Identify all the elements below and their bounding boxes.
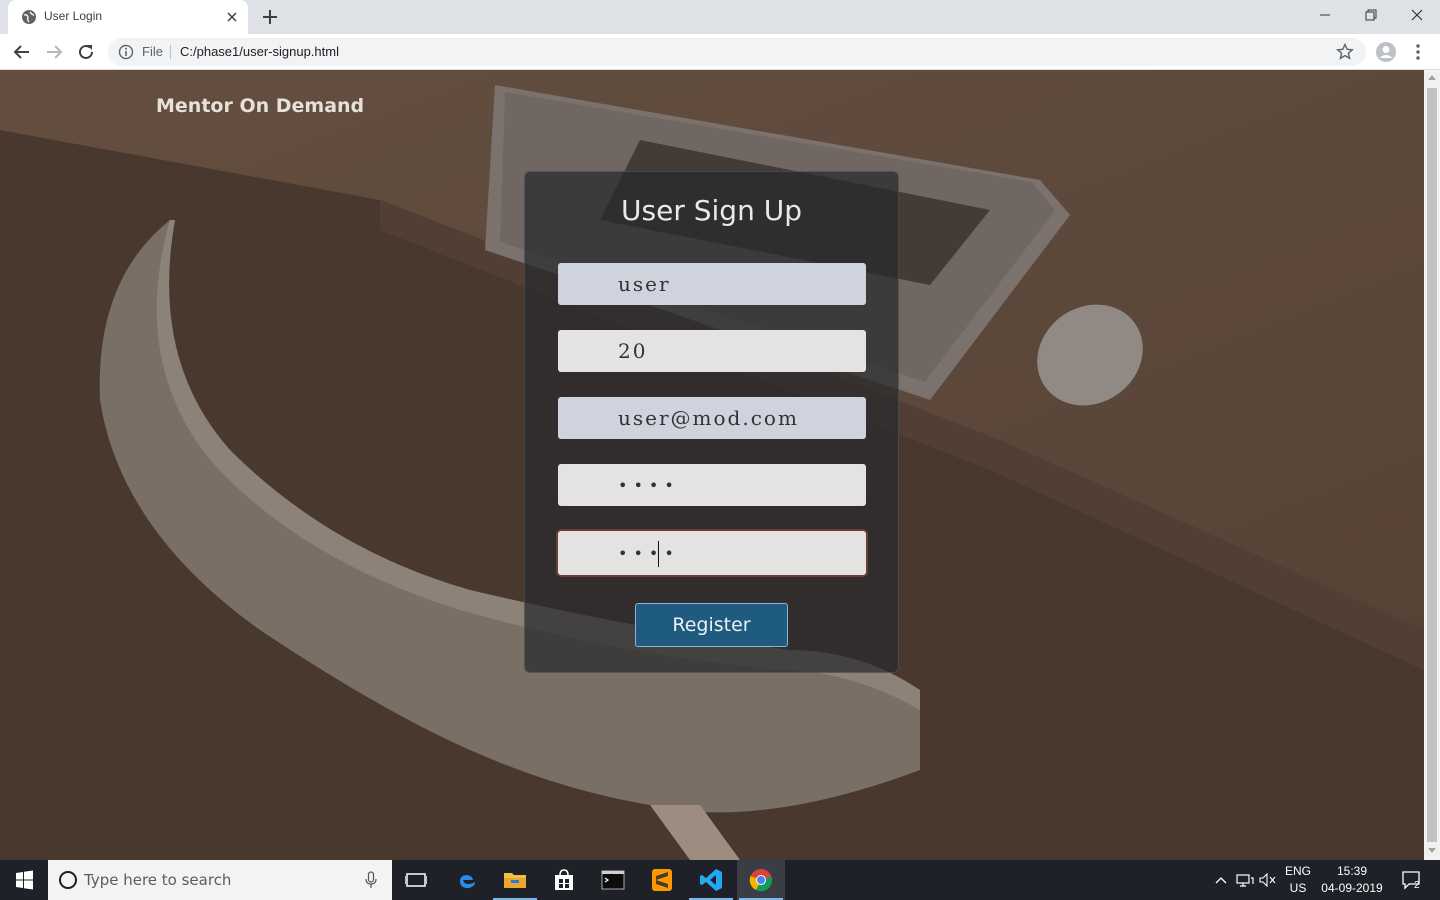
kebab-menu-icon[interactable] xyxy=(1410,42,1426,62)
plus-icon[interactable] xyxy=(260,7,280,27)
network-icon xyxy=(1236,874,1254,887)
chevron-up-icon xyxy=(1215,877,1227,884)
task-view-icon xyxy=(405,873,427,887)
windows-start-icon[interactable] xyxy=(0,860,48,900)
minimize-button[interactable] xyxy=(1302,0,1348,30)
email-input[interactable] xyxy=(558,397,866,439)
microphone-icon[interactable] xyxy=(364,871,378,889)
task-view-button[interactable] xyxy=(392,860,440,900)
network-status[interactable] xyxy=(1234,860,1256,900)
age-input[interactable] xyxy=(558,330,866,372)
language-code: ENG xyxy=(1284,864,1311,878)
address-bar[interactable]: File C:/phase1/user-signup.html xyxy=(108,38,1366,66)
forward-button[interactable] xyxy=(42,40,66,64)
confirm-password-input[interactable] xyxy=(558,531,866,575)
scheme-label: File xyxy=(142,44,163,59)
url-text[interactable]: C:/phase1/user-signup.html xyxy=(180,44,339,59)
taskbar-search[interactable]: Type here to search xyxy=(48,860,392,900)
back-button[interactable] xyxy=(10,40,34,64)
clock-date: 04-09-2019 xyxy=(1321,881,1383,895)
file-explorer-button[interactable] xyxy=(491,860,539,900)
show-hidden-icons[interactable] xyxy=(1210,860,1232,900)
search-placeholder: Type here to search xyxy=(84,871,232,889)
vscode-button[interactable] xyxy=(687,860,735,900)
file-explorer-icon xyxy=(504,873,526,888)
brand-title[interactable]: Mentor On Demand xyxy=(156,95,364,117)
terminal-button[interactable] xyxy=(589,860,637,900)
text-caret xyxy=(658,541,659,567)
reload-icon xyxy=(79,44,93,59)
forward-arrow-icon xyxy=(47,45,63,59)
edge-button[interactable] xyxy=(443,860,491,900)
avatar-icon[interactable] xyxy=(1375,41,1397,63)
input-language[interactable]: ENG US xyxy=(1282,863,1314,897)
scroll-down-icon[interactable] xyxy=(1428,848,1436,853)
clock[interactable]: 15:39 04-09-2019 xyxy=(1320,863,1384,897)
browser-tab-strip: User Login xyxy=(0,0,1440,34)
star-icon[interactable] xyxy=(1336,43,1354,61)
store-icon xyxy=(555,869,573,890)
scrollbar-thumb[interactable] xyxy=(1427,88,1437,842)
restore-icon xyxy=(1365,9,1377,21)
chrome-icon xyxy=(749,869,772,892)
password-input[interactable] xyxy=(558,464,866,506)
edge-icon xyxy=(460,875,475,889)
info-icon[interactable] xyxy=(118,44,134,60)
reload-button[interactable] xyxy=(74,40,98,64)
tab-title: User Login xyxy=(44,9,103,23)
notification-count: 2 xyxy=(1414,880,1420,891)
window-close-button[interactable] xyxy=(1394,0,1440,30)
username-input[interactable] xyxy=(558,263,866,305)
store-button[interactable] xyxy=(540,860,588,900)
windows-taskbar: Type here to search ENG US 15:39 04-09-2… xyxy=(0,860,1440,900)
vertical-scrollbar[interactable] xyxy=(1424,70,1440,860)
scroll-up-icon[interactable] xyxy=(1428,75,1436,80)
browser-tab[interactable]: User Login xyxy=(8,0,248,34)
close-icon[interactable] xyxy=(224,9,240,25)
restore-button[interactable] xyxy=(1348,0,1394,30)
globe-icon xyxy=(22,10,36,24)
back-arrow-icon xyxy=(13,45,29,59)
signup-form-card: User Sign Up Register xyxy=(524,171,899,673)
cortana-icon xyxy=(59,871,77,889)
volume-control[interactable] xyxy=(1258,860,1278,900)
sublime-icon xyxy=(652,869,672,891)
action-center-button[interactable]: 2 xyxy=(1394,860,1430,900)
volume-muted-icon xyxy=(1259,873,1276,887)
vscode-icon xyxy=(700,869,722,891)
browser-toolbar: File C:/phase1/user-signup.html xyxy=(0,34,1440,70)
minimize-icon xyxy=(1320,14,1330,16)
region-code: US xyxy=(1289,881,1307,895)
terminal-icon xyxy=(601,870,625,890)
clock-time: 15:39 xyxy=(1336,864,1368,878)
sublime-button[interactable] xyxy=(638,860,686,900)
form-title: User Sign Up xyxy=(621,194,802,227)
page-viewport: Mentor On Demand User Sign Up Register xyxy=(0,70,1424,860)
chrome-button[interactable] xyxy=(737,860,785,900)
register-button[interactable]: Register xyxy=(635,603,788,647)
divider xyxy=(170,45,171,59)
close-icon xyxy=(1411,9,1423,21)
